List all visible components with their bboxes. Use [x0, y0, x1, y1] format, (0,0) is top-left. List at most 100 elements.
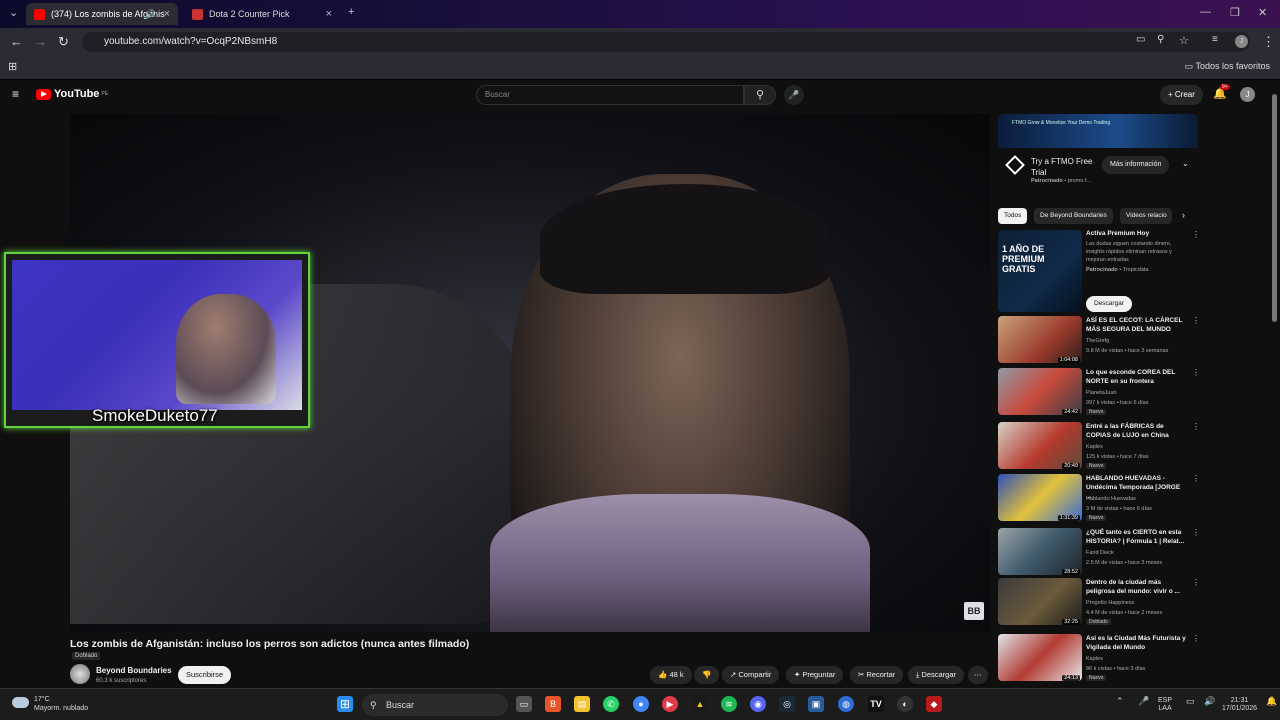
- file-explorer-icon[interactable]: ▤: [574, 696, 590, 712]
- video-item-channel[interactable]: Progetto Happiness: [1086, 600, 1134, 606]
- brave-icon[interactable]: B: [545, 696, 561, 712]
- more-options-icon[interactable]: ⋮: [1192, 230, 1200, 239]
- tab-youtube[interactable]: (374) Los zombis de Afganis 🔊 ×: [26, 3, 178, 25]
- chip-from-channel[interactable]: De Beyond Boundaries: [1034, 208, 1113, 224]
- back-icon[interactable]: ←: [10, 34, 23, 49]
- like-button[interactable]: 👍 48 k: [650, 666, 692, 684]
- tradingview-icon[interactable]: TV: [868, 696, 884, 712]
- video-item-channel[interactable]: Kaplex: [1086, 656, 1103, 662]
- ad-title[interactable]: Try a FTMO Free Trial: [1031, 156, 1101, 178]
- zoom-icon[interactable]: ⚲: [1157, 34, 1164, 45]
- channel-avatar[interactable]: [70, 664, 90, 684]
- close-tab-icon[interactable]: ×: [164, 8, 170, 20]
- account-avatar[interactable]: J: [1240, 87, 1255, 102]
- promo-thumbnail[interactable]: 1 AÑO DE PREMIUM GRATIS: [998, 230, 1082, 312]
- list-item[interactable]: 32:25 Dentro de la ciudad más peligrosa …: [998, 578, 1200, 628]
- discord-icon[interactable]: ◉: [750, 696, 766, 712]
- forward-icon[interactable]: →: [34, 34, 47, 49]
- spotify-icon[interactable]: ≋: [721, 696, 737, 712]
- video-item-title[interactable]: ¿QUÉ tanto es CIERTO en esta HISTORIA? |…: [1086, 528, 1186, 546]
- video-item-channel[interactable]: Farid Dieck: [1086, 550, 1114, 556]
- voice-search-button[interactable]: 🎤: [784, 85, 804, 105]
- video-thumbnail[interactable]: [998, 422, 1082, 469]
- more-options-icon[interactable]: ⋮: [1192, 316, 1200, 325]
- video-item-title[interactable]: Así es la Ciudad Más Futurista y Vigilad…: [1086, 634, 1186, 652]
- ask-button[interactable]: ✦ Preguntar: [786, 666, 844, 684]
- reload-icon[interactable]: ↻: [58, 34, 69, 50]
- dota-icon[interactable]: ◆: [926, 696, 942, 712]
- clock[interactable]: 21:31 17/01/2026: [1222, 697, 1257, 713]
- weather-widget[interactable]: 17°C Mayorm. nublado: [12, 695, 88, 713]
- close-window-icon[interactable]: ✕: [1258, 6, 1267, 19]
- launcher-icon[interactable]: ▲: [692, 696, 708, 712]
- more-options-icon[interactable]: ⋮: [1192, 422, 1200, 431]
- promo-download-button[interactable]: Descargar: [1086, 296, 1132, 312]
- media-app-icon[interactable]: ▶: [662, 696, 678, 712]
- video-item-channel[interactable]: Kaplex: [1086, 444, 1103, 450]
- more-options-icon[interactable]: ⋮: [1192, 578, 1200, 587]
- channel-watermark[interactable]: BB: [964, 602, 984, 620]
- promo-item[interactable]: 1 AÑO DE PREMIUM GRATIS Activa Premium H…: [998, 230, 1200, 312]
- more-actions-button[interactable]: ⋯: [968, 666, 988, 684]
- profile-avatar[interactable]: J: [1235, 35, 1248, 48]
- language-indicator[interactable]: ESP LAA: [1158, 697, 1172, 713]
- list-item[interactable]: 24:13 Así es la Ciudad Más Futurista y V…: [998, 634, 1200, 684]
- restore-icon[interactable]: ❐: [1230, 6, 1240, 19]
- subscribe-button[interactable]: Suscribirse: [178, 666, 232, 684]
- ad-banner[interactable]: FTMO Grow & Monetize Your Demo Trading: [998, 114, 1198, 148]
- video-thumbnail[interactable]: [998, 528, 1082, 575]
- volume-icon[interactable]: 🔊: [1204, 697, 1215, 706]
- chevron-up-icon[interactable]: ⌃: [1116, 697, 1124, 706]
- list-item[interactable]: 28:52 ¿QUÉ tanto es CIERTO en esta HISTO…: [998, 528, 1200, 578]
- list-item[interactable]: 1:04:08 ASÍ ES EL CECOT: LA CÁRCEL MÁS S…: [998, 316, 1200, 366]
- network-icon[interactable]: ▭: [1186, 697, 1195, 706]
- steam-icon[interactable]: ◎: [779, 696, 795, 712]
- chrome-icon[interactable]: ●: [633, 696, 649, 712]
- video-item-channel[interactable]: Hablando Huevadas: [1086, 496, 1136, 502]
- share-button[interactable]: ↗ Compartir: [722, 666, 780, 684]
- search-input[interactable]: Buscar: [476, 85, 744, 105]
- cast-icon[interactable]: ▭: [1136, 34, 1145, 45]
- bookmark-star-icon[interactable]: ☆: [1179, 34, 1189, 47]
- download-button[interactable]: ⤓ Descargar: [908, 666, 965, 684]
- video-thumbnail[interactable]: [998, 316, 1082, 363]
- video-item-channel[interactable]: TheGrefg: [1086, 338, 1109, 344]
- chevron-down-icon[interactable]: ⌄: [1182, 159, 1189, 168]
- notification-bell-icon[interactable]: 🔔: [1266, 697, 1277, 706]
- clip-button[interactable]: ✂ Recortar: [850, 666, 904, 684]
- list-item[interactable]: 20:49 Entré a las FÁBRICAS de COPIAS de …: [998, 422, 1200, 472]
- microphone-icon[interactable]: 🎤: [1138, 697, 1149, 706]
- obs-icon[interactable]: ◐: [897, 696, 913, 712]
- notifications-button[interactable]: 🔔 9+: [1213, 84, 1230, 100]
- promo-title[interactable]: Activa Premium Hoy: [1086, 230, 1149, 237]
- video-thumbnail[interactable]: [998, 578, 1082, 625]
- reading-list-icon[interactable]: ≡: [1212, 34, 1218, 45]
- video-thumbnail[interactable]: [998, 634, 1082, 681]
- app-icon[interactable]: ◍: [838, 696, 854, 712]
- create-button[interactable]: + Crear: [1160, 85, 1203, 105]
- search-button[interactable]: ⚲: [744, 85, 776, 105]
- video-thumbnail[interactable]: [998, 474, 1082, 521]
- video-item-title[interactable]: Dentro de la ciudad más peligrosa del mu…: [1086, 578, 1186, 596]
- tab-list-icon[interactable]: ⌄: [9, 6, 18, 19]
- dislike-button[interactable]: 👎: [694, 666, 720, 684]
- video-item-channel[interactable]: PlanetaJuan: [1086, 390, 1117, 396]
- menu-dots-icon[interactable]: ⋮: [1262, 34, 1275, 50]
- bookmarks-folder[interactable]: ▭ Todos los favoritos: [1185, 61, 1270, 72]
- tab-dota[interactable]: Dota 2 Counter Pick ×: [184, 3, 340, 25]
- list-item[interactable]: 24:42 Lo que esconde COREA DEL NORTE en …: [998, 368, 1200, 418]
- more-options-icon[interactable]: ⋮: [1192, 474, 1200, 483]
- more-options-icon[interactable]: ⋮: [1192, 368, 1200, 377]
- youtube-logo[interactable]: YouTube PE: [36, 88, 108, 100]
- more-options-icon[interactable]: ⋮: [1192, 528, 1200, 537]
- video-item-title[interactable]: ASÍ ES EL CECOT: LA CÁRCEL MÁS SEGURA DE…: [1086, 316, 1186, 334]
- list-item[interactable]: 1:31:39 HABLANDO HUEVADAS - Undécima Tem…: [998, 474, 1200, 524]
- video-item-title[interactable]: Lo que esconde COREA DEL NORTE en su fro…: [1086, 368, 1186, 386]
- taskbar-search[interactable]: ⚲ Buscar: [362, 694, 508, 716]
- ad-more-info-button[interactable]: Más información: [1102, 156, 1170, 174]
- new-tab-icon[interactable]: +: [348, 6, 354, 18]
- video-thumbnail[interactable]: [998, 368, 1082, 415]
- close-tab-icon[interactable]: ×: [326, 8, 332, 20]
- url-field[interactable]: youtube.com/watch?v=OcqP2NBsmH8: [82, 32, 1250, 52]
- start-windows-icon[interactable]: ⊞: [337, 696, 353, 712]
